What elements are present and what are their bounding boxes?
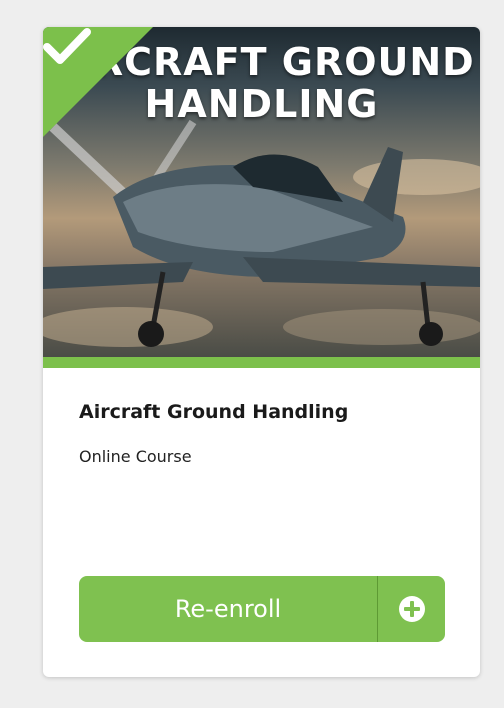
check-icon xyxy=(43,28,91,64)
progress-bar xyxy=(43,357,480,368)
course-thumbnail[interactable]: AIRCRAFT GROUND HANDLING xyxy=(43,27,480,357)
course-card[interactable]: AIRCRAFT GROUND HANDLING Aircraft Ground… xyxy=(43,27,480,677)
enroll-button-group: Re-enroll xyxy=(79,576,445,642)
add-button[interactable] xyxy=(378,576,445,642)
course-title[interactable]: Aircraft Ground Handling xyxy=(79,401,348,423)
re-enroll-button[interactable]: Re-enroll xyxy=(79,576,377,642)
course-type: Online Course xyxy=(79,447,192,466)
plus-circle-icon xyxy=(398,596,425,622)
